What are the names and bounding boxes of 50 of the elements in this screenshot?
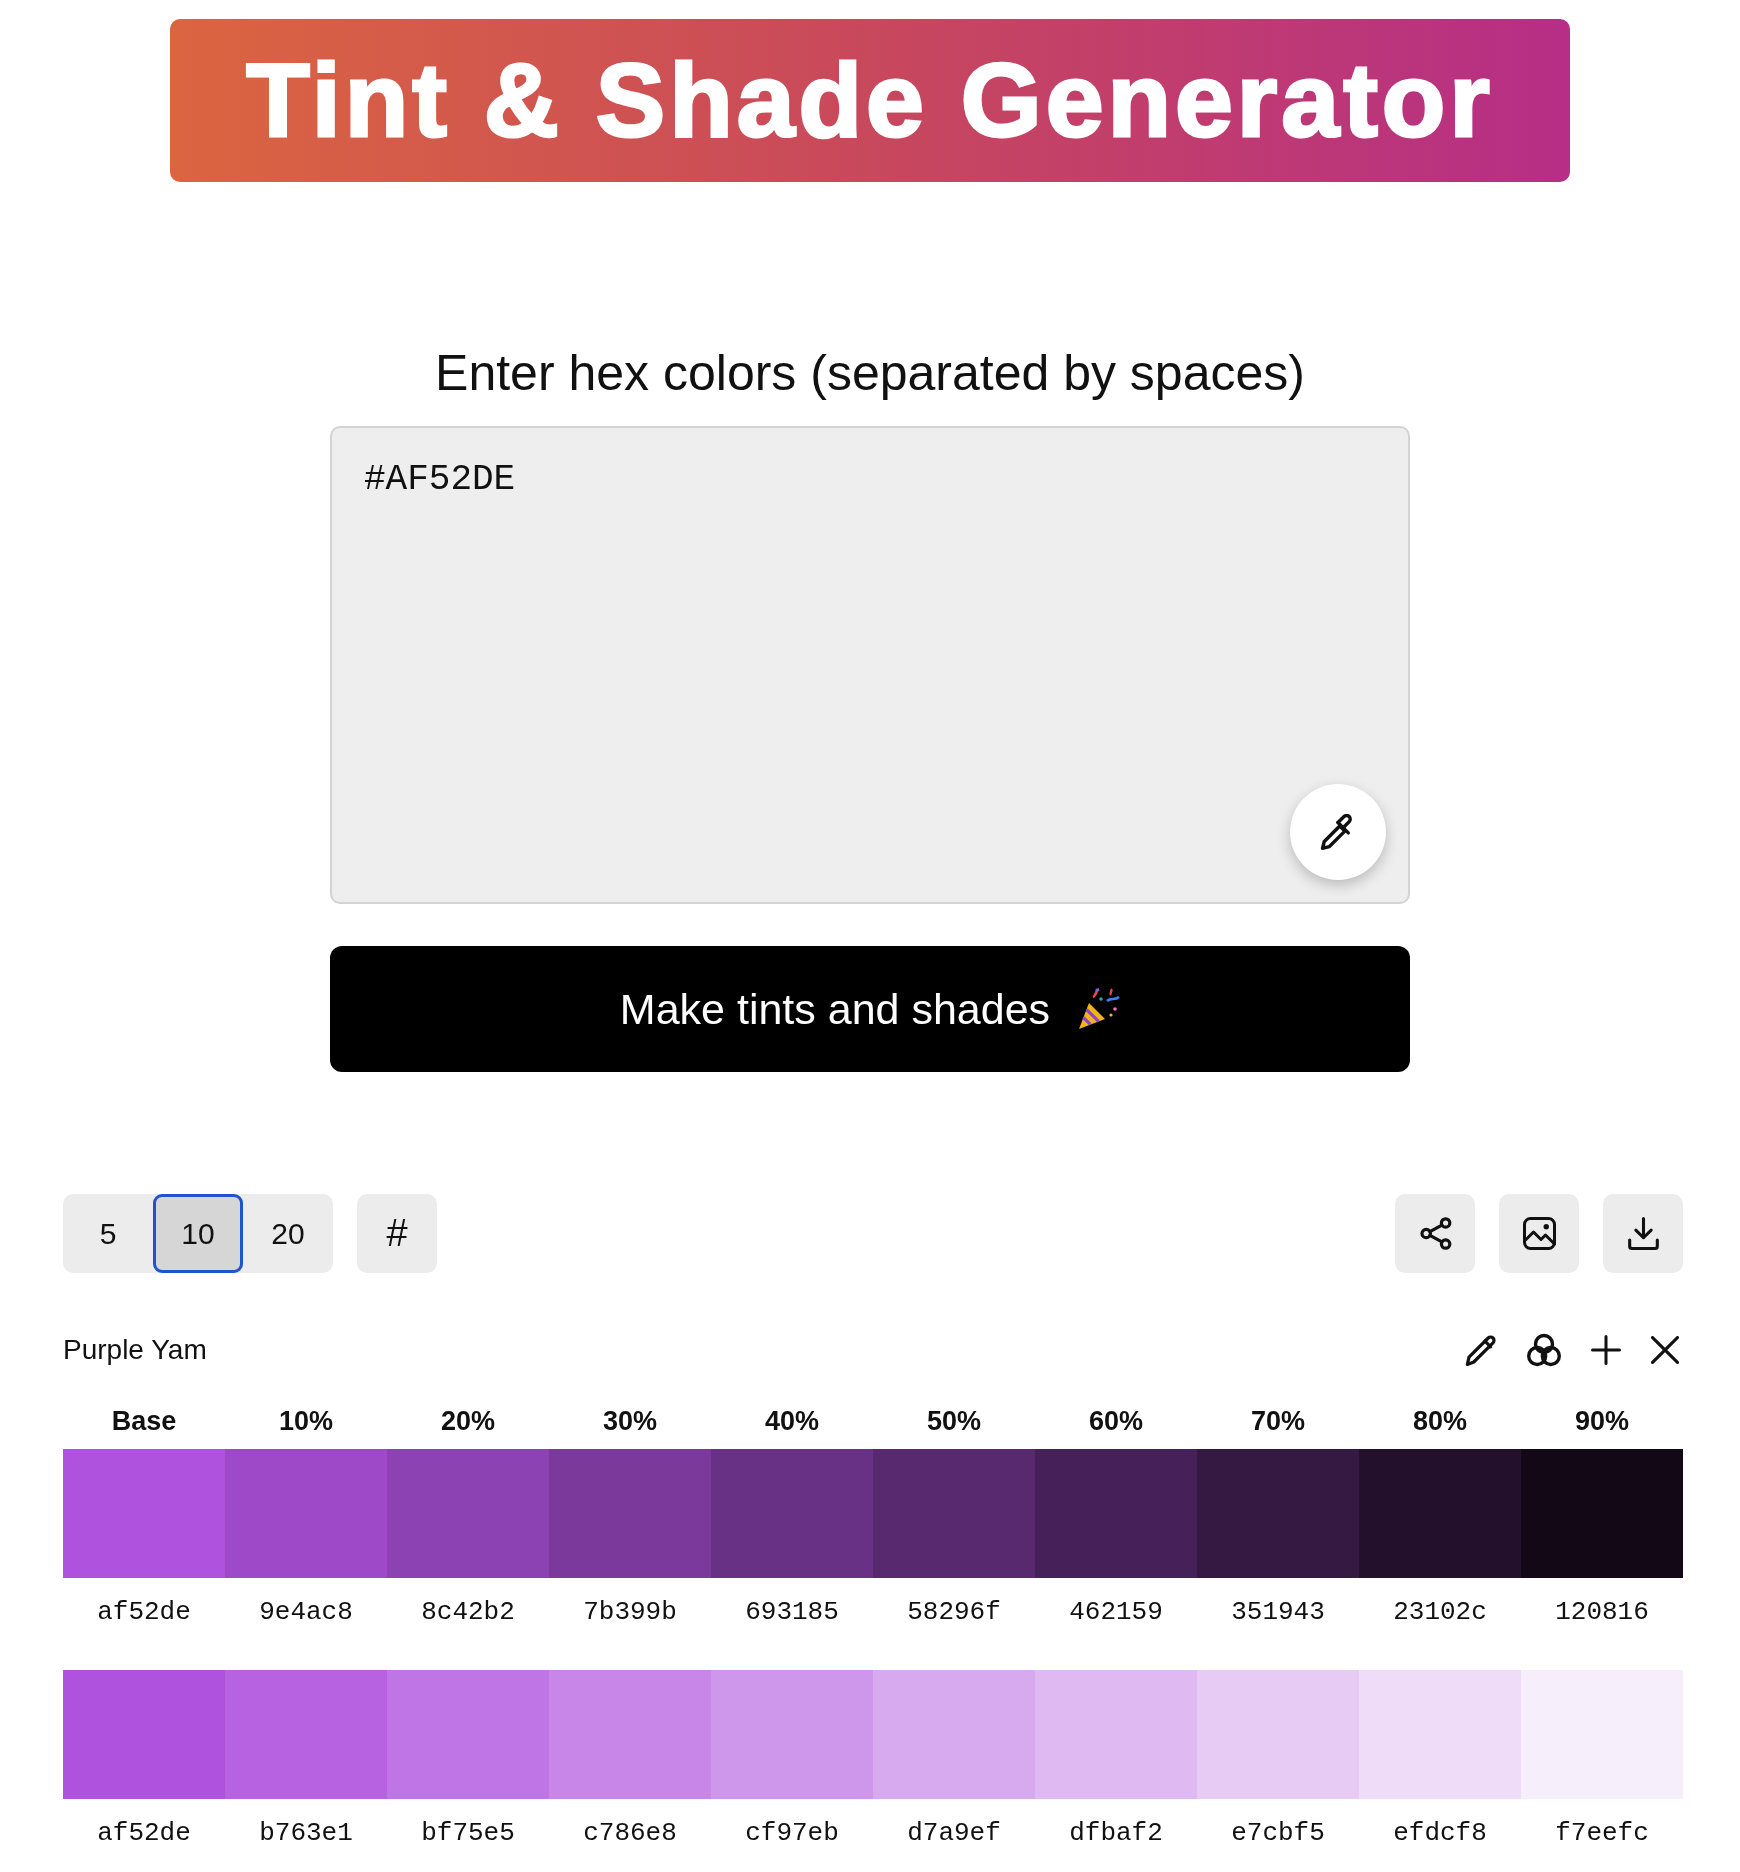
column-label: 80% — [1412, 1406, 1467, 1436]
app-title: Tint & Shade Generator — [246, 45, 1494, 156]
hex-code: efdcf8 — [1393, 1818, 1487, 1848]
column-label: 30% — [602, 1406, 657, 1436]
make-tints-button[interactable]: Make tints and shades — [330, 946, 1410, 1072]
hex-colors-field[interactable]: #AF52DE — [330, 426, 1410, 904]
column-label: 10% — [278, 1406, 333, 1436]
hex-code: 9e4ac8 — [259, 1597, 353, 1627]
hex-code: b763e1 — [259, 1818, 353, 1848]
hex-code: 7b399b — [583, 1597, 677, 1627]
hex-code: 120816 — [1555, 1597, 1649, 1627]
step-count-tab[interactable]: 5 — [63, 1194, 153, 1273]
column-label: Base — [111, 1406, 177, 1436]
column-label: 50% — [926, 1406, 981, 1436]
hex-code: bf75e5 — [421, 1818, 515, 1848]
share-button[interactable] — [1395, 1194, 1475, 1273]
column-label: 20% — [440, 1406, 495, 1436]
hex-code: af52de — [97, 1818, 191, 1848]
hex-code: d7a9ef — [907, 1818, 1001, 1848]
column-label: 40% — [764, 1406, 819, 1436]
close-icon[interactable] — [1651, 1336, 1679, 1364]
hex-code: af52de — [97, 1597, 191, 1627]
download-icon — [1626, 1217, 1660, 1250]
field-label: Enter hex colors (separated by spaces) — [435, 344, 1305, 403]
palette-name: Purple Yam — [63, 1333, 207, 1367]
hex-code: 58296f — [907, 1597, 1001, 1627]
plus-icon[interactable] — [1591, 1335, 1621, 1365]
step-count-tab[interactable]: 20 — [243, 1194, 333, 1273]
share-icon — [1418, 1217, 1452, 1250]
hex-code: 693185 — [745, 1597, 839, 1627]
image-icon — [1522, 1217, 1556, 1250]
column-label: 70% — [1250, 1406, 1305, 1436]
hex-code: e7cbf5 — [1231, 1818, 1325, 1848]
hex-code: 351943 — [1231, 1597, 1325, 1627]
pencil-icon[interactable] — [1465, 1334, 1497, 1366]
hex-code: cf97eb — [745, 1818, 839, 1848]
overlapping-circles-icon[interactable] — [1527, 1333, 1561, 1367]
party-popper-icon — [1078, 988, 1121, 1030]
hash-toggle-button[interactable]: # — [357, 1194, 437, 1273]
hex-code: f7eefc — [1555, 1818, 1649, 1848]
download-button[interactable] — [1603, 1194, 1683, 1273]
hex-code: dfbaf2 — [1069, 1818, 1163, 1848]
hex-code: 462159 — [1069, 1597, 1163, 1627]
column-label: 90% — [1574, 1406, 1629, 1436]
column-label: 60% — [1088, 1406, 1143, 1436]
image-button[interactable] — [1499, 1194, 1579, 1273]
hex-code: c786e8 — [583, 1818, 677, 1848]
hex-code: 8c42b2 — [421, 1597, 515, 1627]
hex-code: 23102c — [1393, 1597, 1487, 1627]
step-count-tab[interactable]: 10 — [153, 1194, 243, 1273]
